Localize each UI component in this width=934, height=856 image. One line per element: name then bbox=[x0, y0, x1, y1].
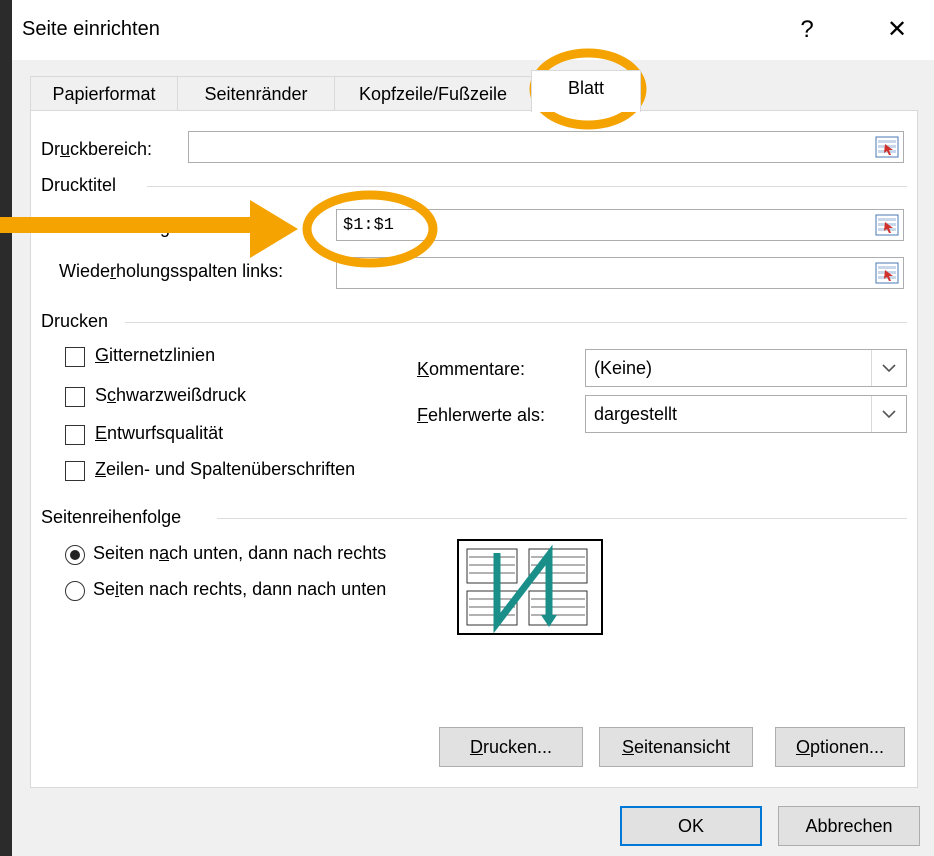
annotation-overlay bbox=[0, 48, 647, 268]
tab-blatt[interactable]: Blatt bbox=[531, 70, 641, 112]
arrow-head-icon bbox=[250, 200, 298, 258]
tab-label: Blatt bbox=[567, 78, 605, 98]
rows-value-highlight-circle bbox=[302, 190, 438, 268]
